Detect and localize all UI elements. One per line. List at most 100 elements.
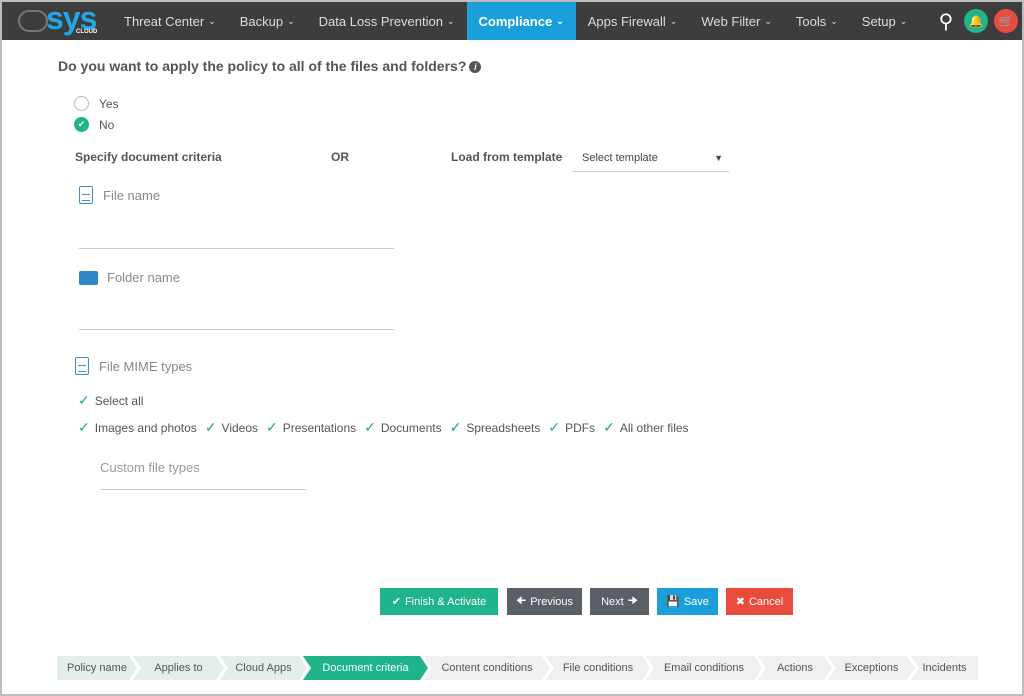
file-icon (79, 186, 93, 204)
folder-name-header: Folder name (79, 270, 180, 285)
step-label: Content conditions (441, 662, 533, 674)
folder-name-input[interactable] (79, 329, 394, 330)
arrow-right-icon: 🠊 (627, 595, 638, 607)
info-icon[interactable]: i (469, 61, 482, 73)
previous-button[interactable]: 🠈 Previous (507, 588, 582, 615)
finish-activate-button[interactable]: ✔ Finish & Activate (380, 588, 498, 615)
nav-label: Data Loss Prevention (318, 13, 443, 29)
step-incidents[interactable]: Incidents (911, 656, 978, 680)
chevron-down-icon: ⌄ (287, 15, 295, 26)
button-label: Save (683, 595, 709, 608)
step-label: Policy name (67, 662, 127, 674)
button-label: Cancel (748, 595, 784, 608)
cart-icon[interactable]: 🛒 (994, 9, 1018, 33)
arrow-left-icon: 🠈 (515, 595, 527, 607)
checkbox-label: Spreadsheets (466, 420, 541, 435)
radio-label: Yes (99, 96, 119, 111)
nav-tools[interactable]: Tools ⌄ (784, 2, 850, 40)
chevron-down-icon: ⌄ (446, 15, 455, 26)
folder-icon (79, 270, 98, 285)
mime-header: File MIME types (75, 357, 192, 375)
check-icon: ✓ (364, 419, 376, 435)
check-icon: ✓ (449, 419, 462, 435)
nav-label: Tools (795, 13, 827, 29)
nav-backup[interactable]: Backup ⌄ (228, 2, 307, 40)
checkbox-documents[interactable]: ✓ Documents (364, 419, 441, 436)
nav-compliance[interactable]: Compliance ⌄ (466, 2, 576, 40)
mime-types-row: ✓ Images and photos ✓ Videos ✓ Presentation… (78, 419, 689, 436)
checkbox-other-files[interactable]: ✓ All other files (603, 419, 688, 436)
nav-setup[interactable]: Setup ⌄ (850, 2, 920, 40)
checkbox-select-all[interactable]: ✓ Select all (78, 392, 143, 409)
question-text: Do you want to apply the policy to all o… (58, 58, 467, 74)
chevron-down-icon: ⌄ (556, 15, 564, 26)
nav-threat-center[interactable]: Threat Center ⌄ (112, 2, 228, 40)
check-icon: ✓ (78, 392, 90, 408)
checkbox-label: Select all (94, 393, 144, 408)
checkbox-label: Videos (221, 420, 259, 435)
cancel-button[interactable]: ✖ Cancel (726, 588, 793, 615)
search-icon[interactable]: ⚲ (934, 9, 958, 33)
step-label: Email conditions (663, 662, 745, 674)
template-select[interactable]: Select template ▼ (572, 145, 729, 172)
logo[interactable]: sys CLOUD (2, 0, 112, 40)
check-icon: ✓ (548, 419, 561, 435)
close-icon: ✖ (735, 596, 745, 608)
step-document-criteria[interactable]: Document criteria (303, 656, 428, 680)
nav-apps-firewall[interactable]: Apps Firewall ⌄ (576, 2, 690, 40)
step-applies-to[interactable]: Applies to (133, 656, 224, 680)
radio-yes[interactable]: Yes (74, 96, 119, 111)
radio-circle[interactable] (74, 96, 89, 111)
select-value: Select template (582, 152, 658, 164)
custom-file-types-input[interactable]: Custom file types (100, 460, 200, 475)
chevron-down-icon: ⌄ (899, 15, 908, 26)
load-template-label: Load from template (451, 150, 563, 164)
wizard-steps: Policy name Applies to Cloud Apps Docume… (57, 656, 978, 680)
step-cloud-apps[interactable]: Cloud Apps (220, 656, 307, 680)
nav-data-loss-prevention[interactable]: Data Loss Prevention ⌄ (307, 2, 467, 40)
question-heading: Do you want to apply the policy to all o… (58, 58, 482, 74)
step-label: Document criteria (322, 662, 409, 674)
nav-web-filter[interactable]: Web Filter ⌄ (689, 2, 784, 40)
checkbox-label: Documents (380, 420, 442, 435)
check-icon: ✔ (391, 596, 401, 608)
caret-down-icon: ▼ (714, 153, 723, 163)
step-policy-name[interactable]: Policy name (57, 656, 137, 680)
checkbox-spreadsheets[interactable]: ✓ Spreadsheets (450, 419, 541, 436)
radio-no[interactable]: ✔ No (74, 117, 114, 132)
button-label: Finish & Activate (404, 595, 487, 608)
checkbox-videos[interactable]: ✓ Videos (205, 419, 258, 436)
file-name-label: File name (103, 187, 161, 203)
top-nav: sys CLOUD Threat Center ⌄ Backup ⌄ Data Los… (2, 0, 1022, 40)
bell-icon[interactable]: 🔔 (964, 9, 988, 33)
checkbox-images[interactable]: ✓ Images and photos (78, 419, 197, 436)
chevron-down-icon: ⌄ (830, 15, 838, 26)
check-icon: ✓ (78, 419, 90, 435)
step-label: Applies to (154, 662, 203, 674)
step-content-conditions[interactable]: Content conditions (424, 656, 550, 680)
check-icon[interactable]: ✔ (74, 117, 89, 132)
step-label: File conditions (562, 662, 634, 674)
file-name-header: File name (79, 186, 160, 204)
folder-name-label: Folder name (107, 270, 180, 285)
floppy-icon: 💾 (666, 596, 680, 608)
mime-label: File MIME types (99, 358, 193, 374)
step-label: Incidents (922, 662, 967, 674)
nav-label: Backup (239, 13, 284, 29)
file-icon (75, 357, 89, 375)
file-name-input[interactable] (79, 248, 394, 249)
step-exceptions[interactable]: Exceptions (828, 656, 915, 680)
step-actions[interactable]: Actions (758, 656, 832, 680)
save-button[interactable]: 💾 Save (657, 588, 718, 615)
specify-criteria-label: Specify document criteria (75, 150, 222, 164)
checkbox-presentations[interactable]: ✓ Presentations (266, 419, 356, 436)
nav-label: Web Filter (701, 13, 761, 29)
step-label: Cloud Apps (235, 662, 292, 674)
checkbox-pdfs[interactable]: ✓ PDFs (548, 419, 595, 436)
next-button[interactable]: Next 🠊 (590, 588, 649, 615)
chevron-down-icon: ⌄ (764, 15, 772, 26)
or-label: OR (331, 150, 349, 164)
checkbox-label: Images and photos (94, 420, 197, 435)
step-file-conditions[interactable]: File conditions (546, 656, 650, 680)
step-email-conditions[interactable]: Email conditions (646, 656, 762, 680)
